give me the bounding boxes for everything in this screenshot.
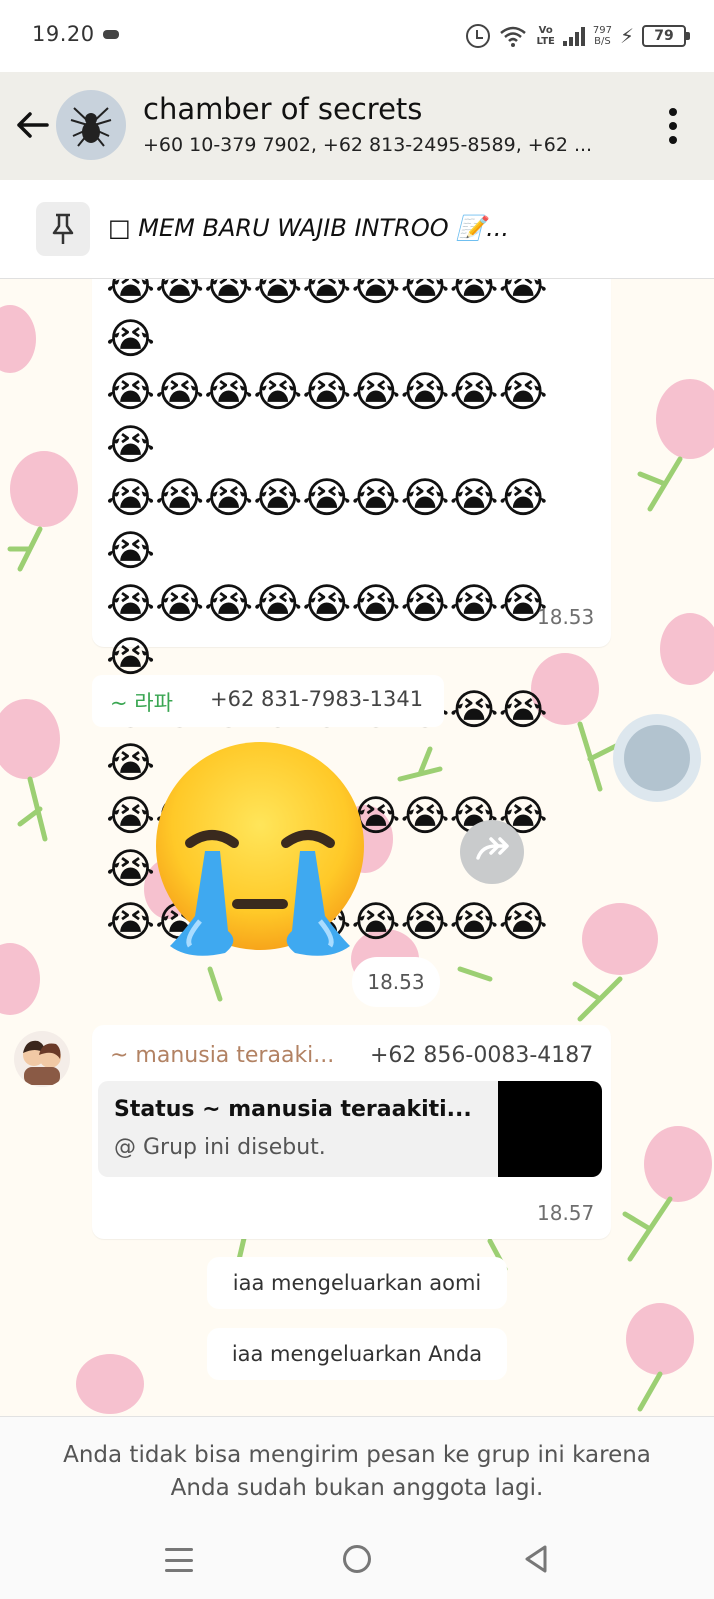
floating-assistive-button[interactable] [613,714,701,802]
menu-icon [165,1548,193,1551]
sticker-time: 18.53 [352,957,440,1007]
quote-title: Status ~ manusia teraakiti... [114,1097,472,1122]
quoted-message-bubble[interactable]: ~ manusia teraaki... +62 856-0083-4187 S… [92,1025,611,1239]
system-message: iaa mengeluarkan Anda [207,1328,507,1380]
avatar[interactable] [14,1031,70,1087]
forward-icon [476,837,509,860]
notice-line: Anda tidak bisa mengirim pesan ke grup i… [63,1442,651,1468]
alarm-icon [466,24,491,48]
system-message: iaa mengeluarkan aomi [207,1257,507,1309]
emoji-message-bubble[interactable]: 😭😭😭😭😭😭😭😭😭😭 😭😭😭😭😭😭😭😭😭😭 😭😭😭😭😭😭😭😭😭😭 😭😭😭😭😭😭😭… [92,279,611,946]
crying-face-sticker[interactable] [150,741,370,961]
notice-line: Anda sudah bukan anggota lagi. [170,1475,544,1501]
sender-name[interactable]: ~ manusia teraaki... [110,1043,334,1068]
group-title[interactable]: chamber of secrets [143,92,422,126]
pin-icon [36,202,90,256]
chat-header: chamber of secrets +60 10-379 7902, +62 … [0,72,714,180]
back-button[interactable] [12,105,54,147]
home-button[interactable] [343,1545,371,1573]
quote-subtitle: @ Grup ini disebut. [114,1135,326,1160]
message-time: 18.57 [537,1201,595,1225]
signal-icon [562,26,585,46]
chat-area[interactable]: 😭😭😭😭😭😭😭😭😭😭 😭😭😭😭😭😭😭😭😭😭 😭😭😭😭😭😭😭😭😭😭 😭😭😭😭😭😭😭… [0,279,714,1416]
sender-chip[interactable]: ~ 라파 +62 831-7983-1341 [92,675,444,727]
status-bar: 19.20 Vo LTE 797 B/S ⚡ 79 [0,0,714,72]
more-options-button[interactable] [668,108,678,144]
spider-icon [70,107,112,147]
sender-phone: +62 831-7983-1341 [210,687,424,711]
sender-phone: +62 856-0083-4187 [370,1043,594,1068]
quote-thumbnail [498,1081,602,1177]
pinned-text: □ MEM BARU WAJIB INTROO 📝... [108,214,510,242]
cannot-send-notice: Anda tidak bisa mengirim pesan ke grup i… [0,1416,714,1526]
wifi-icon [498,24,528,48]
quoted-status[interactable]: Status ~ manusia teraakiti... @ Grup ini… [98,1081,602,1177]
more-vertical-icon [669,108,677,116]
speed-icon: 797 B/S [592,25,612,47]
sender-name[interactable]: ~ 라파 [110,687,173,717]
nav-back-button[interactable] [521,1544,551,1574]
status-icons: Vo LTE 797 B/S ⚡ 79 [466,20,690,52]
gamepad-icon [103,30,119,39]
charging-icon: ⚡ [619,24,634,48]
volte-icon: Vo LTE [536,25,555,47]
recent-apps-button[interactable] [165,1548,193,1572]
message-time: 18.53 [537,605,595,629]
battery-icon: 79 [642,25,690,47]
forward-button[interactable] [460,820,524,884]
system-navigation-bar [0,1526,714,1599]
status-time: 19.20 [32,22,95,46]
arrow-left-icon [17,112,49,138]
group-members[interactable]: +60 10-379 7902, +62 813-2495-8589, +62 … [143,134,643,156]
group-avatar[interactable] [56,90,126,160]
pinned-message-bar[interactable]: □ MEM BARU WAJIB INTROO 📝... [0,180,714,279]
